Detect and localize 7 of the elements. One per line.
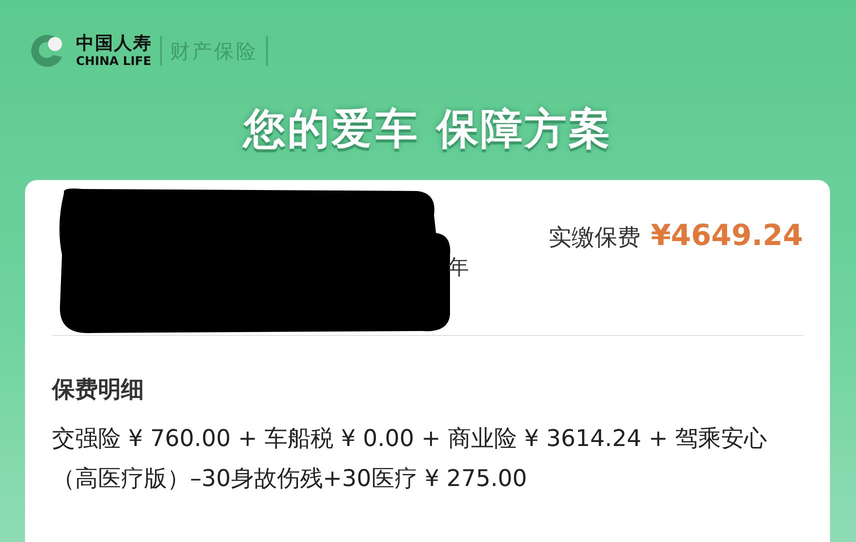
- premium-details: 交强险 ¥ 760.00 + 车船税 ¥ 0.00 + 商业险 ¥ 3614.24 + 驾乘安心（高医疗版）–30身故伤残+30医疗 ¥ 275.00: [52, 425, 768, 494]
- premium-amount: ¥4649.24: [650, 218, 803, 252]
- section-title: 保费明细: [52, 376, 145, 405]
- brand-name-english: CHINA LIFE: [76, 54, 152, 68]
- brand-name: 中国人寿: [76, 34, 152, 54]
- premium-label: 实缴保费: [548, 224, 641, 253]
- headline: 您的爱车 保障方案: [241, 103, 614, 155]
